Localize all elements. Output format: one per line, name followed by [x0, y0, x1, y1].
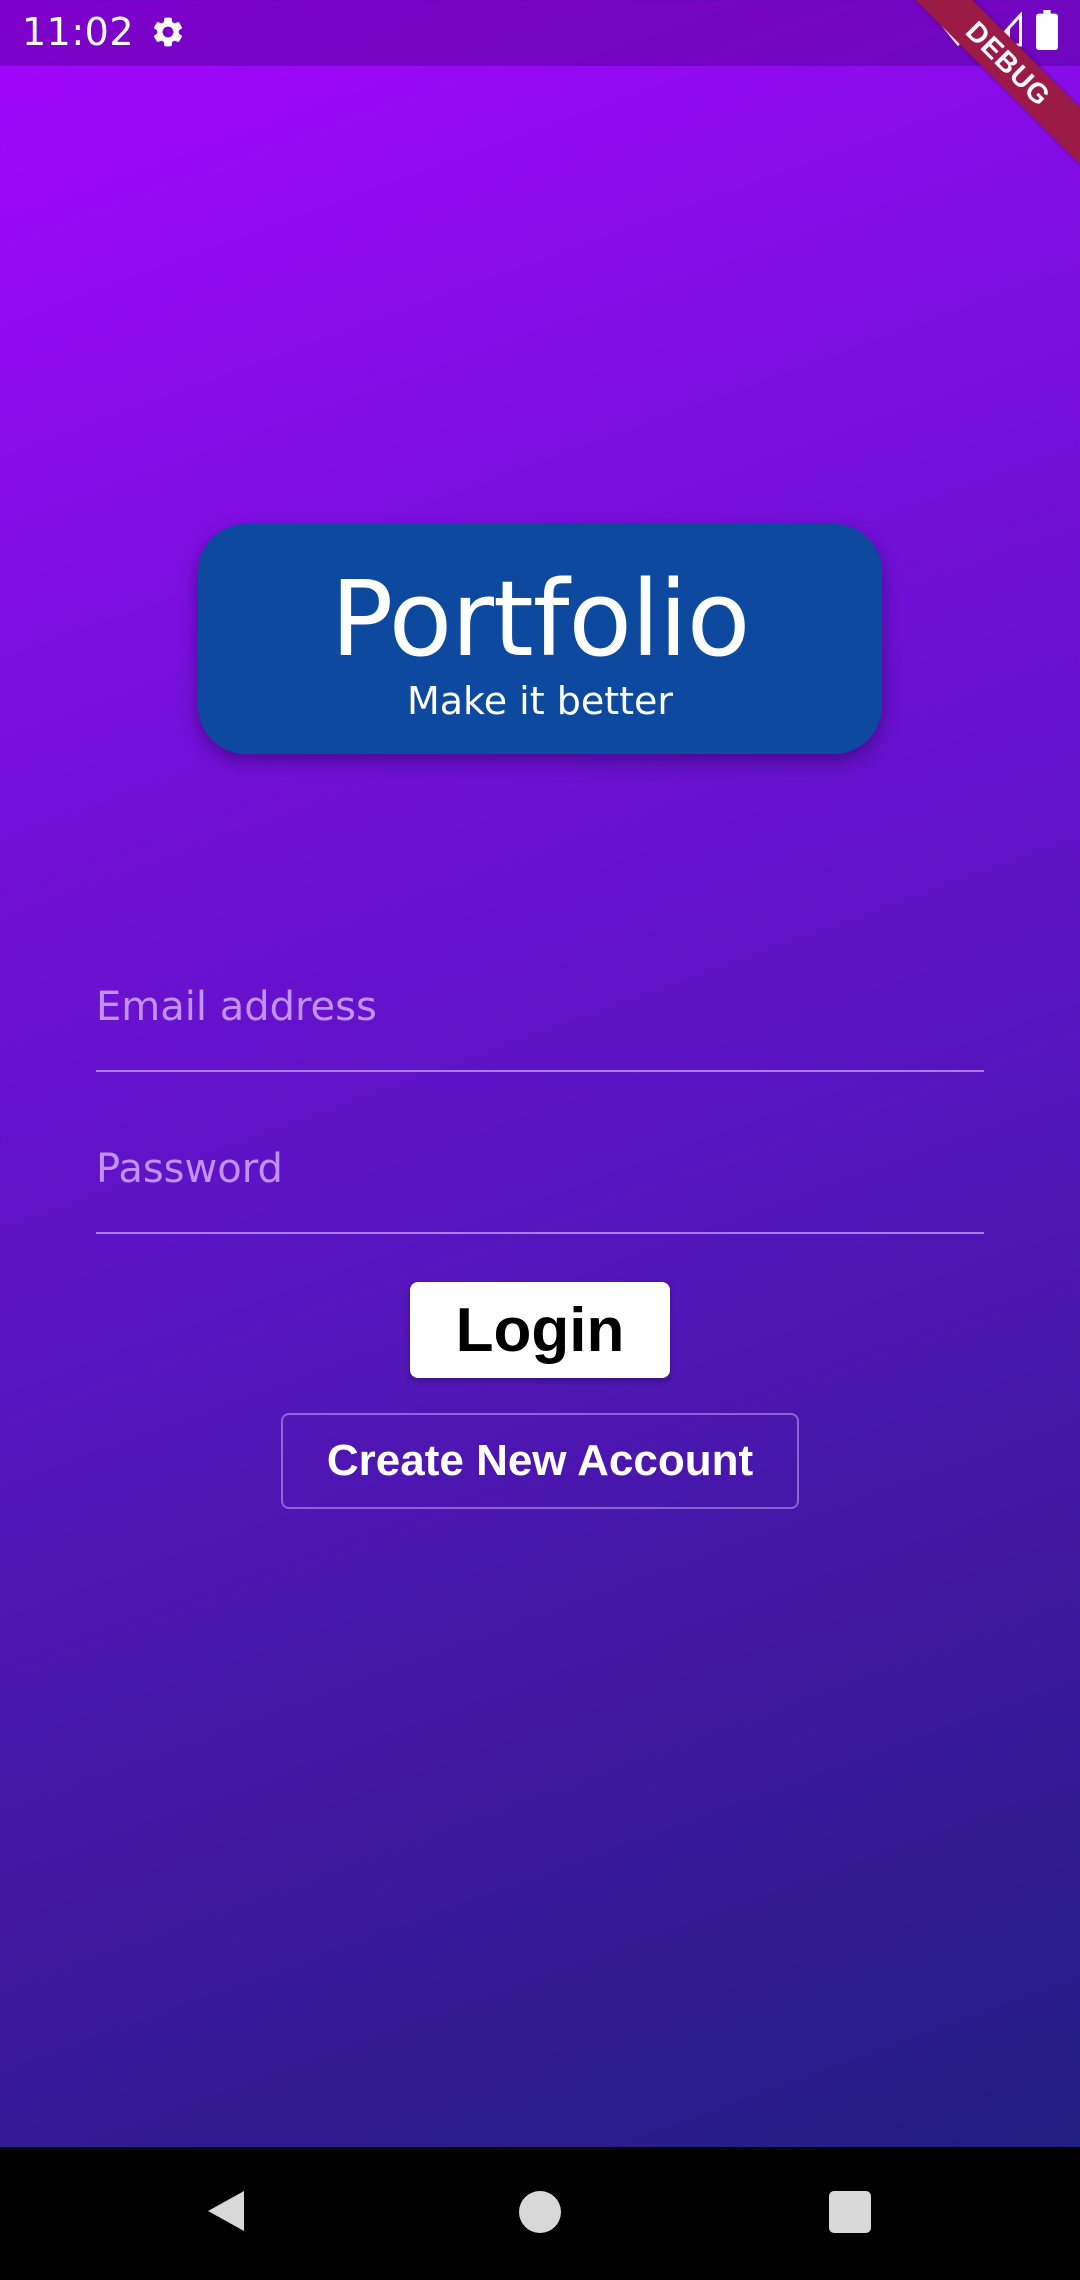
logo-card: Portfolio Make it better — [198, 524, 882, 754]
login-button[interactable]: Login — [410, 1282, 670, 1378]
battery-icon — [1036, 10, 1058, 54]
email-field-container — [96, 950, 984, 1072]
app-subtitle: Make it better — [406, 679, 674, 723]
password-field-container — [96, 1112, 984, 1234]
navigation-bar — [0, 2147, 1080, 2280]
status-bar: 11:02 — [0, 0, 1080, 66]
back-icon[interactable] — [204, 2187, 248, 2235]
status-time: 11:02 — [22, 10, 135, 54]
home-icon[interactable] — [519, 2191, 561, 2233]
settings-gear-icon — [150, 14, 186, 50]
email-field[interactable] — [96, 984, 984, 1030]
create-account-button[interactable]: Create New Account — [281, 1413, 799, 1509]
recents-icon[interactable] — [829, 2191, 871, 2233]
app-title: Portfolio — [330, 558, 751, 680]
password-field[interactable] — [96, 1146, 984, 1192]
